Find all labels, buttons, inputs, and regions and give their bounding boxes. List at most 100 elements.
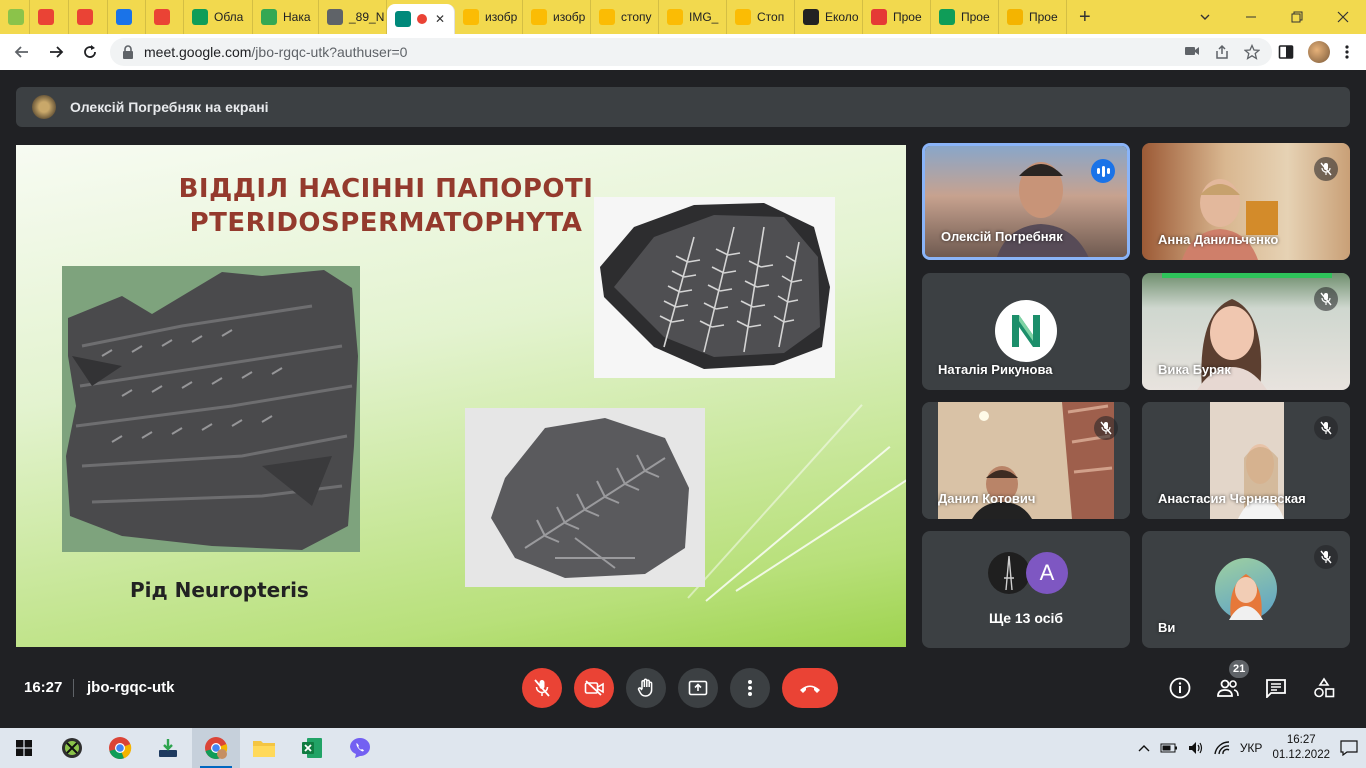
toggle-mic-button[interactable] [522, 668, 562, 708]
drive-icon [599, 9, 615, 25]
chrome-profile-icon [205, 737, 228, 760]
back-button[interactable] [8, 38, 36, 66]
browser-tab[interactable] [0, 0, 30, 34]
battery-icon[interactable] [1160, 742, 1178, 754]
participant-name: Данил Котович [938, 491, 1036, 506]
viber-icon [350, 738, 370, 758]
globe-icon [327, 9, 343, 25]
participant-tile-speaking[interactable]: Олексій Погребняк [922, 143, 1130, 260]
info-icon [1169, 677, 1191, 699]
meeting-details-button[interactable] [1168, 676, 1192, 700]
more-vert-icon[interactable] [1344, 44, 1350, 60]
activities-button[interactable] [1312, 676, 1336, 700]
forward-button[interactable] [42, 38, 70, 66]
browser-tab[interactable] [30, 0, 69, 34]
chat-icon [1266, 679, 1286, 698]
gmail-icon [77, 9, 93, 25]
taskbar-app-viber[interactable] [336, 728, 384, 768]
raise-hand-button[interactable] [626, 668, 666, 708]
taskbar-app-chrome-active[interactable] [192, 728, 240, 768]
fossil-photo-top-right [594, 197, 835, 378]
close-window-button[interactable] [1320, 0, 1366, 34]
participant-tile[interactable]: Анна Данильченко [1142, 143, 1350, 260]
browser-tab[interactable]: Прое [931, 0, 999, 34]
presenter-avatar [32, 95, 56, 119]
browser-tab[interactable]: Еколо [795, 0, 863, 34]
side-panel-icon[interactable] [1278, 44, 1294, 60]
close-tab-icon[interactable]: ✕ [435, 12, 445, 26]
taskbar-app-explorer[interactable] [240, 728, 288, 768]
leave-call-button[interactable] [782, 668, 838, 708]
more-options-button[interactable] [730, 668, 770, 708]
browser-tab[interactable]: Обла [184, 0, 253, 34]
browser-tab[interactable]: стопу [591, 0, 659, 34]
profile-avatar[interactable] [1308, 41, 1330, 63]
camera-off-icon [584, 680, 604, 696]
browser-tab[interactable]: ✕ [387, 4, 455, 34]
participant-tile[interactable]: Вика Буряк [1142, 273, 1350, 390]
participant-tile[interactable]: Наталія Рикунова [922, 273, 1130, 390]
drive-icon [667, 9, 683, 25]
taskbar-app-excel[interactable] [288, 728, 336, 768]
tab-label: Нака [283, 10, 311, 24]
meet-icon [395, 11, 411, 27]
wifi-icon[interactable] [1214, 741, 1230, 755]
participant-tile-self[interactable]: Ви [1142, 531, 1350, 648]
show-everyone-button[interactable] [1216, 676, 1240, 700]
gmail-icon [154, 9, 170, 25]
volume-icon[interactable] [1188, 741, 1204, 755]
n-logo-icon [1012, 315, 1040, 347]
classroom-icon [116, 9, 132, 25]
present-now-button[interactable] [678, 668, 718, 708]
chevron-up-icon[interactable] [1138, 744, 1150, 752]
calendar-icon [8, 9, 24, 25]
taskbar-time: 16:27 [1286, 734, 1316, 746]
slide-decoration-line [687, 404, 863, 599]
system-tray: УКР 16:27 01.12.2022 [1138, 733, 1366, 763]
tab-search-button[interactable] [1182, 0, 1228, 34]
chat-button[interactable] [1264, 676, 1288, 700]
slides-icon [1007, 9, 1023, 25]
eiffel-tower-icon [1004, 555, 1014, 591]
scissors-app-icon [62, 738, 82, 758]
presenter-banner: Олексій Погребняк на екрані [16, 87, 1350, 127]
browser-tab[interactable] [69, 0, 108, 34]
reload-button[interactable] [76, 38, 104, 66]
participant-tile[interactable]: Анастасия Чернявская [1142, 402, 1350, 519]
toggle-camera-button[interactable] [574, 668, 614, 708]
browser-tab[interactable]: IMG_ [659, 0, 727, 34]
bookmark-star-icon[interactable] [1244, 44, 1260, 60]
taskbar-app-chrome[interactable] [96, 728, 144, 768]
restore-button[interactable] [1274, 0, 1320, 34]
input-language[interactable]: УКР [1240, 741, 1263, 755]
url-path: /jbo-rgqc-utk?authuser=0 [251, 44, 408, 60]
taskbar-clock[interactable]: 16:27 01.12.2022 [1272, 733, 1330, 763]
browser-tab[interactable]: Нака [253, 0, 319, 34]
url-input[interactable]: meet.google.com/jbo-rgqc-utk?authuser=0 [110, 38, 1272, 66]
browser-tab[interactable]: _89_N [319, 0, 387, 34]
new-tab-button[interactable]: + [1067, 6, 1103, 29]
camera-in-use-icon[interactable] [1184, 44, 1200, 58]
notifications-icon[interactable] [1340, 740, 1358, 756]
drive-icon [463, 9, 479, 25]
browser-tab[interactable]: Прое [999, 0, 1067, 34]
minimize-button[interactable] [1228, 0, 1274, 34]
taskbar-app-snipping[interactable] [48, 728, 96, 768]
browser-tab[interactable]: Прое [863, 0, 931, 34]
participant-name: Анна Данильченко [1158, 232, 1279, 247]
browser-tab[interactable] [146, 0, 184, 34]
browser-tab[interactable]: изобр [455, 0, 523, 34]
browser-tab[interactable]: Стоп [727, 0, 795, 34]
participant-tile[interactable]: Данил Котович [922, 402, 1130, 519]
browser-tab[interactable]: изобр [523, 0, 591, 34]
participant-tile-others[interactable]: A Ще 13 осіб [922, 531, 1130, 648]
taskbar-app-installer[interactable] [144, 728, 192, 768]
mic-off-icon [1094, 416, 1118, 440]
tab-label: Прое [961, 10, 990, 24]
participant-avatar [995, 300, 1057, 362]
browser-tab[interactable] [108, 0, 146, 34]
start-button[interactable] [0, 728, 48, 768]
share-icon[interactable] [1214, 44, 1230, 60]
shield-icon [261, 9, 277, 25]
hand-icon [637, 678, 653, 697]
